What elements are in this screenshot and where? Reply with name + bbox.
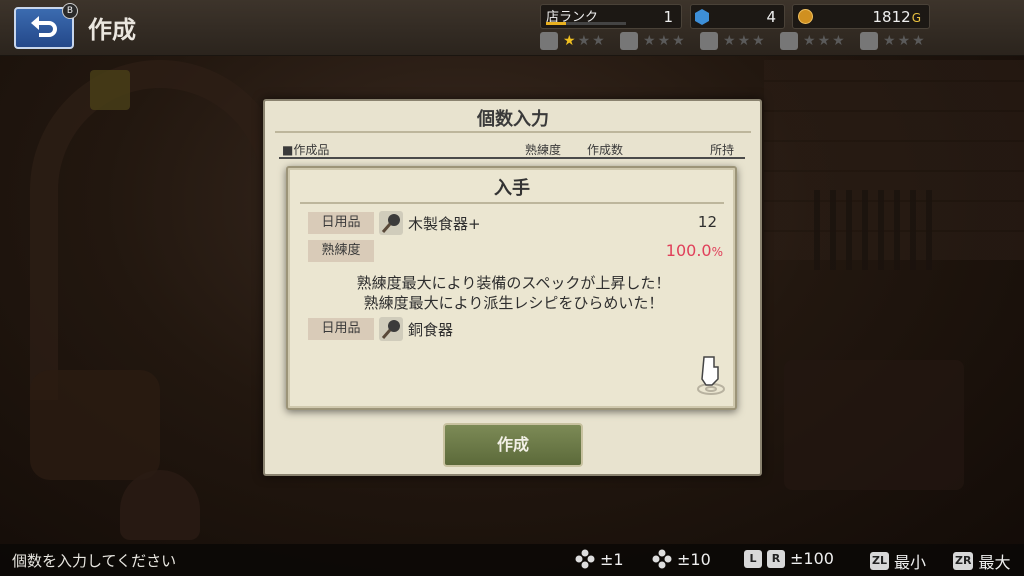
derived-category-tag: 日用品	[308, 318, 374, 340]
hammer-icon	[700, 32, 718, 50]
header-mastery: 熟練度	[525, 143, 562, 157]
top-bar: B 作成 店ランク 1 4 1812G ★ ★ ★ ★ ★ ★ ★ ★ ★ ★ ★ ★ ★ ★ ★	[0, 0, 1024, 56]
crystal-icon	[695, 9, 709, 25]
crystal-value: 4	[766, 8, 776, 26]
frying-pan-icon	[379, 317, 403, 341]
control-plus-minus-10: ±10	[652, 549, 711, 569]
pickaxe-icon	[540, 32, 558, 50]
coin-icon	[798, 9, 813, 24]
message-line-1: 熟練度最大により装備のスペックが上昇した！	[356, 274, 671, 292]
zr-button-icon: ZR	[953, 552, 974, 570]
crystal-box: 4	[690, 4, 785, 29]
zl-button-icon: ZL	[870, 552, 889, 570]
pointing-hand-icon[interactable]	[694, 353, 728, 395]
stick-icon	[652, 549, 672, 569]
message-line-2: 熟練度最大により派生レシピをひらめいた！	[363, 294, 664, 312]
item-category-tag: 日用品	[308, 212, 374, 234]
item-count: 12	[697, 213, 717, 231]
background-lamp	[90, 70, 130, 110]
cloth-icon	[860, 32, 878, 50]
gold-box: 1812G	[792, 4, 930, 29]
shop-rank-progress	[546, 22, 626, 25]
r-button-icon: R	[767, 549, 785, 568]
control-max: ZR 最大	[953, 552, 1011, 572]
star-icon: ★	[643, 33, 656, 49]
background-tool-rack	[814, 190, 934, 270]
l-button-icon: L	[744, 549, 762, 568]
background-pot	[120, 470, 200, 540]
pot-icon	[620, 32, 638, 50]
shop-rank-box: 店ランク 1	[540, 4, 682, 29]
screen-title: 作成	[88, 16, 136, 44]
background-anvil	[784, 360, 964, 490]
skill-rating: ★ ★ ★	[780, 32, 845, 50]
star-icon: ★	[752, 33, 765, 49]
background-furnace-arch	[30, 60, 290, 400]
star-icon: ★	[817, 33, 831, 49]
star-icon: ★	[897, 33, 911, 49]
star-icon: ★	[657, 33, 671, 49]
star-icon: ★	[592, 33, 605, 49]
skill-rating: ★ ★ ★	[540, 32, 605, 50]
control-plus-minus-1: ±1	[575, 549, 624, 569]
star-icon: ★	[912, 33, 925, 49]
panel-title: 個数入力	[275, 105, 751, 133]
skill-rating: ★ ★ ★	[860, 32, 925, 50]
skill-rating: ★ ★ ★	[620, 32, 685, 50]
b-button-badge: B	[62, 3, 78, 19]
dpad-icon	[575, 549, 595, 569]
gold-value: 1812G	[872, 8, 922, 26]
star-icon: ★	[737, 33, 751, 49]
header-item: ■作成品	[282, 143, 330, 157]
star-icon: ★	[577, 33, 591, 49]
mastery-tag: 熟練度	[308, 240, 374, 262]
dialog-title: 入手	[300, 174, 724, 204]
ladder-icon	[780, 32, 798, 50]
create-button[interactable]: 作成	[443, 423, 583, 467]
footer-hint: 個数を入力してください	[12, 552, 177, 570]
control-min: ZL 最小	[870, 552, 927, 572]
panel-divider	[279, 157, 745, 159]
back-button[interactable]: B	[14, 3, 78, 49]
acquired-dialog: 入手 日用品 木製食器+ 12 熟練度 100.0% 熟練度最大により装備のスペ…	[286, 166, 737, 410]
mastery-value: 100.0%	[665, 241, 723, 260]
star-icon: ★	[832, 33, 845, 49]
shop-rank-value: 1	[663, 8, 673, 26]
background-barrel	[30, 370, 160, 480]
star-icon: ★	[563, 33, 576, 49]
control-plus-minus-100: L R ±100	[744, 549, 834, 568]
header-count: 作成数	[587, 143, 624, 157]
star-icon: ★	[672, 33, 685, 49]
back-arrow-icon	[31, 16, 57, 37]
star-icon: ★	[803, 33, 816, 49]
footer-bar: 個数を入力してください ±1 ±10 L R ±100 ZL 最小 ZR 最大	[0, 544, 1024, 576]
frying-pan-icon	[379, 211, 403, 235]
skill-rating: ★ ★ ★	[700, 32, 765, 50]
star-icon: ★	[883, 33, 896, 49]
item-name: 木製食器+	[408, 215, 481, 233]
star-icon: ★	[723, 33, 736, 49]
derived-item-name: 銅食器	[408, 321, 454, 339]
header-owned: 所持	[710, 143, 735, 157]
